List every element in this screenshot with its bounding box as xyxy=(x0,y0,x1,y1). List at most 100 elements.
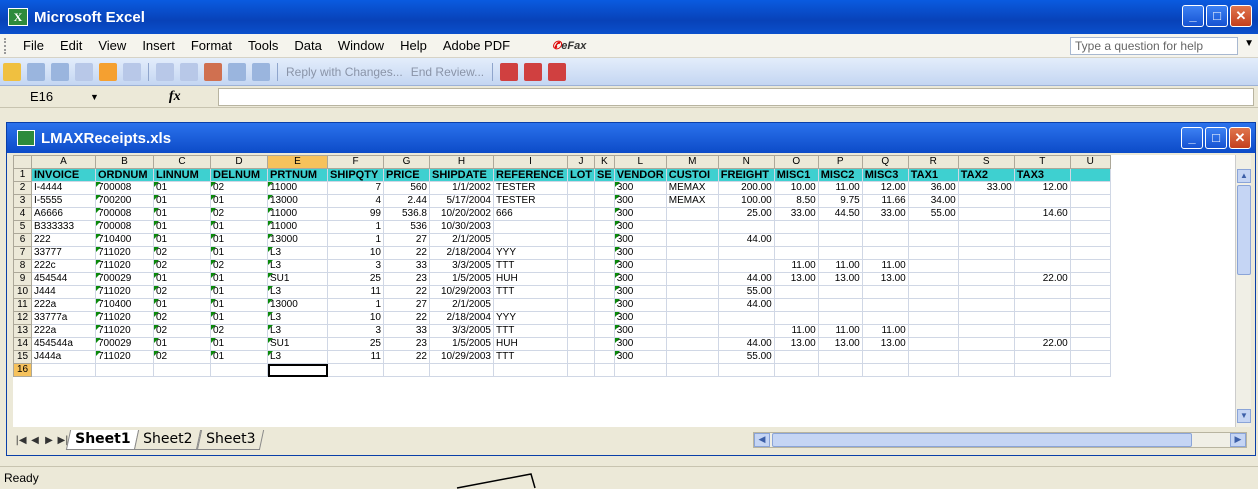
cell[interactable] xyxy=(665,350,719,364)
pdf-review-icon[interactable] xyxy=(548,62,567,81)
cell[interactable]: 10/20/2002 xyxy=(429,207,494,221)
cell[interactable] xyxy=(594,259,615,273)
cell[interactable]: 01 xyxy=(153,272,211,286)
cell[interactable] xyxy=(567,220,595,234)
column-header-e[interactable]: E xyxy=(267,155,328,169)
cell[interactable] xyxy=(594,350,615,364)
cell[interactable] xyxy=(594,324,615,338)
cell[interactable] xyxy=(1013,324,1071,338)
cell[interactable]: 44.00 xyxy=(717,298,775,312)
cell[interactable]: 13.00 xyxy=(773,337,819,351)
cell[interactable] xyxy=(153,363,211,377)
cell[interactable]: 300 xyxy=(613,272,667,286)
column-header-i[interactable]: I xyxy=(493,155,568,169)
cell[interactable]: 9.75 xyxy=(817,194,863,208)
cell[interactable] xyxy=(861,220,909,234)
cell[interactable]: 11000 xyxy=(267,220,328,234)
cell[interactable]: 700008 xyxy=(95,220,154,234)
column-header-q[interactable]: Q xyxy=(861,155,909,169)
cell[interactable]: 44.00 xyxy=(717,233,775,247)
cell[interactable]: 560 xyxy=(383,181,430,195)
cell[interactable] xyxy=(817,311,863,325)
cell[interactable] xyxy=(957,298,1015,312)
cell[interactable]: 454544 xyxy=(31,272,96,286)
cell[interactable] xyxy=(493,233,568,247)
column-header-f[interactable]: F xyxy=(327,155,384,169)
row-header[interactable]: 1 xyxy=(13,168,32,182)
cell[interactable]: 44.50 xyxy=(817,207,863,221)
cell[interactable] xyxy=(665,207,719,221)
row-header[interactable]: 12 xyxy=(13,311,32,325)
cell[interactable]: 01 xyxy=(210,246,268,260)
cell[interactable]: SHIPDATE xyxy=(429,168,494,182)
cell[interactable]: 11.00 xyxy=(861,259,909,273)
cell[interactable]: A6666 xyxy=(31,207,96,221)
cell[interactable] xyxy=(1013,350,1071,364)
cell[interactable]: 01 xyxy=(210,350,268,364)
row-header[interactable]: 14 xyxy=(13,337,32,351)
row-header[interactable]: 15 xyxy=(13,350,32,364)
cell[interactable]: TTT xyxy=(493,259,568,273)
cell[interactable] xyxy=(1013,363,1071,377)
cell[interactable]: 12.00 xyxy=(861,181,909,195)
cell[interactable]: 11000 xyxy=(267,181,328,195)
cell[interactable] xyxy=(1013,285,1071,299)
cell[interactable]: 700029 xyxy=(95,337,154,351)
cell[interactable]: 02 xyxy=(210,259,268,273)
cell[interactable] xyxy=(861,285,909,299)
cell[interactable]: 23 xyxy=(383,272,430,286)
cell[interactable]: J444 xyxy=(31,285,96,299)
cell[interactable]: 2/18/2004 xyxy=(429,311,494,325)
cell[interactable] xyxy=(594,220,615,234)
cell[interactable]: PRICE xyxy=(383,168,430,182)
next-sheet-icon[interactable]: ▶ xyxy=(43,435,55,446)
row-header[interactable]: 9 xyxy=(13,272,32,286)
reply-all-icon[interactable] xyxy=(51,62,69,81)
cell[interactable]: 3 xyxy=(327,259,384,273)
cell[interactable] xyxy=(1069,298,1111,312)
cell[interactable] xyxy=(210,363,268,377)
cell[interactable]: 222a xyxy=(31,298,96,312)
cell[interactable]: 36.00 xyxy=(907,181,959,195)
cell[interactable]: 33777 xyxy=(31,246,96,260)
cell[interactable] xyxy=(567,233,595,247)
cell[interactable]: 12.00 xyxy=(1013,181,1071,195)
cell[interactable]: TTT xyxy=(493,285,568,299)
cell[interactable]: 711020 xyxy=(95,259,154,273)
cell[interactable]: 02 xyxy=(210,207,268,221)
undo-icon[interactable] xyxy=(156,62,174,81)
cell[interactable] xyxy=(861,233,909,247)
cell[interactable]: SU1 xyxy=(267,272,328,286)
cell[interactable] xyxy=(817,220,863,234)
cell[interactable] xyxy=(31,363,96,377)
cell[interactable]: 700008 xyxy=(95,207,154,221)
cell[interactable]: 01 xyxy=(210,285,268,299)
row-header[interactable]: 7 xyxy=(13,246,32,260)
cell[interactable] xyxy=(861,363,909,377)
cell[interactable] xyxy=(957,272,1015,286)
cell[interactable]: 11.66 xyxy=(861,194,909,208)
cell[interactable]: 01 xyxy=(153,194,211,208)
tab-sheet3[interactable]: Sheet3 xyxy=(196,430,265,450)
menu-adobe-pdf[interactable]: Adobe PDF xyxy=(435,38,518,53)
cell[interactable] xyxy=(567,324,595,338)
cell[interactable] xyxy=(907,233,959,247)
cell[interactable]: CUSTOI xyxy=(665,168,719,182)
cell[interactable]: 11 xyxy=(327,350,384,364)
cell[interactable] xyxy=(817,246,863,260)
cell[interactable]: L3 xyxy=(267,324,328,338)
cell[interactable] xyxy=(773,363,819,377)
cell[interactable]: 25 xyxy=(327,337,384,351)
track-changes-icon[interactable] xyxy=(204,62,222,81)
cell[interactable] xyxy=(907,259,959,273)
cell[interactable] xyxy=(1069,259,1111,273)
row-header[interactable]: 13 xyxy=(13,324,32,338)
cell[interactable] xyxy=(567,181,595,195)
cell[interactable]: DELNUM xyxy=(210,168,268,182)
cell[interactable] xyxy=(957,207,1015,221)
cell[interactable] xyxy=(567,259,595,273)
column-header-g[interactable]: G xyxy=(383,155,430,169)
menu-file[interactable]: File xyxy=(15,38,52,53)
cell[interactable]: 01 xyxy=(210,272,268,286)
cell[interactable]: 22.00 xyxy=(1013,337,1071,351)
